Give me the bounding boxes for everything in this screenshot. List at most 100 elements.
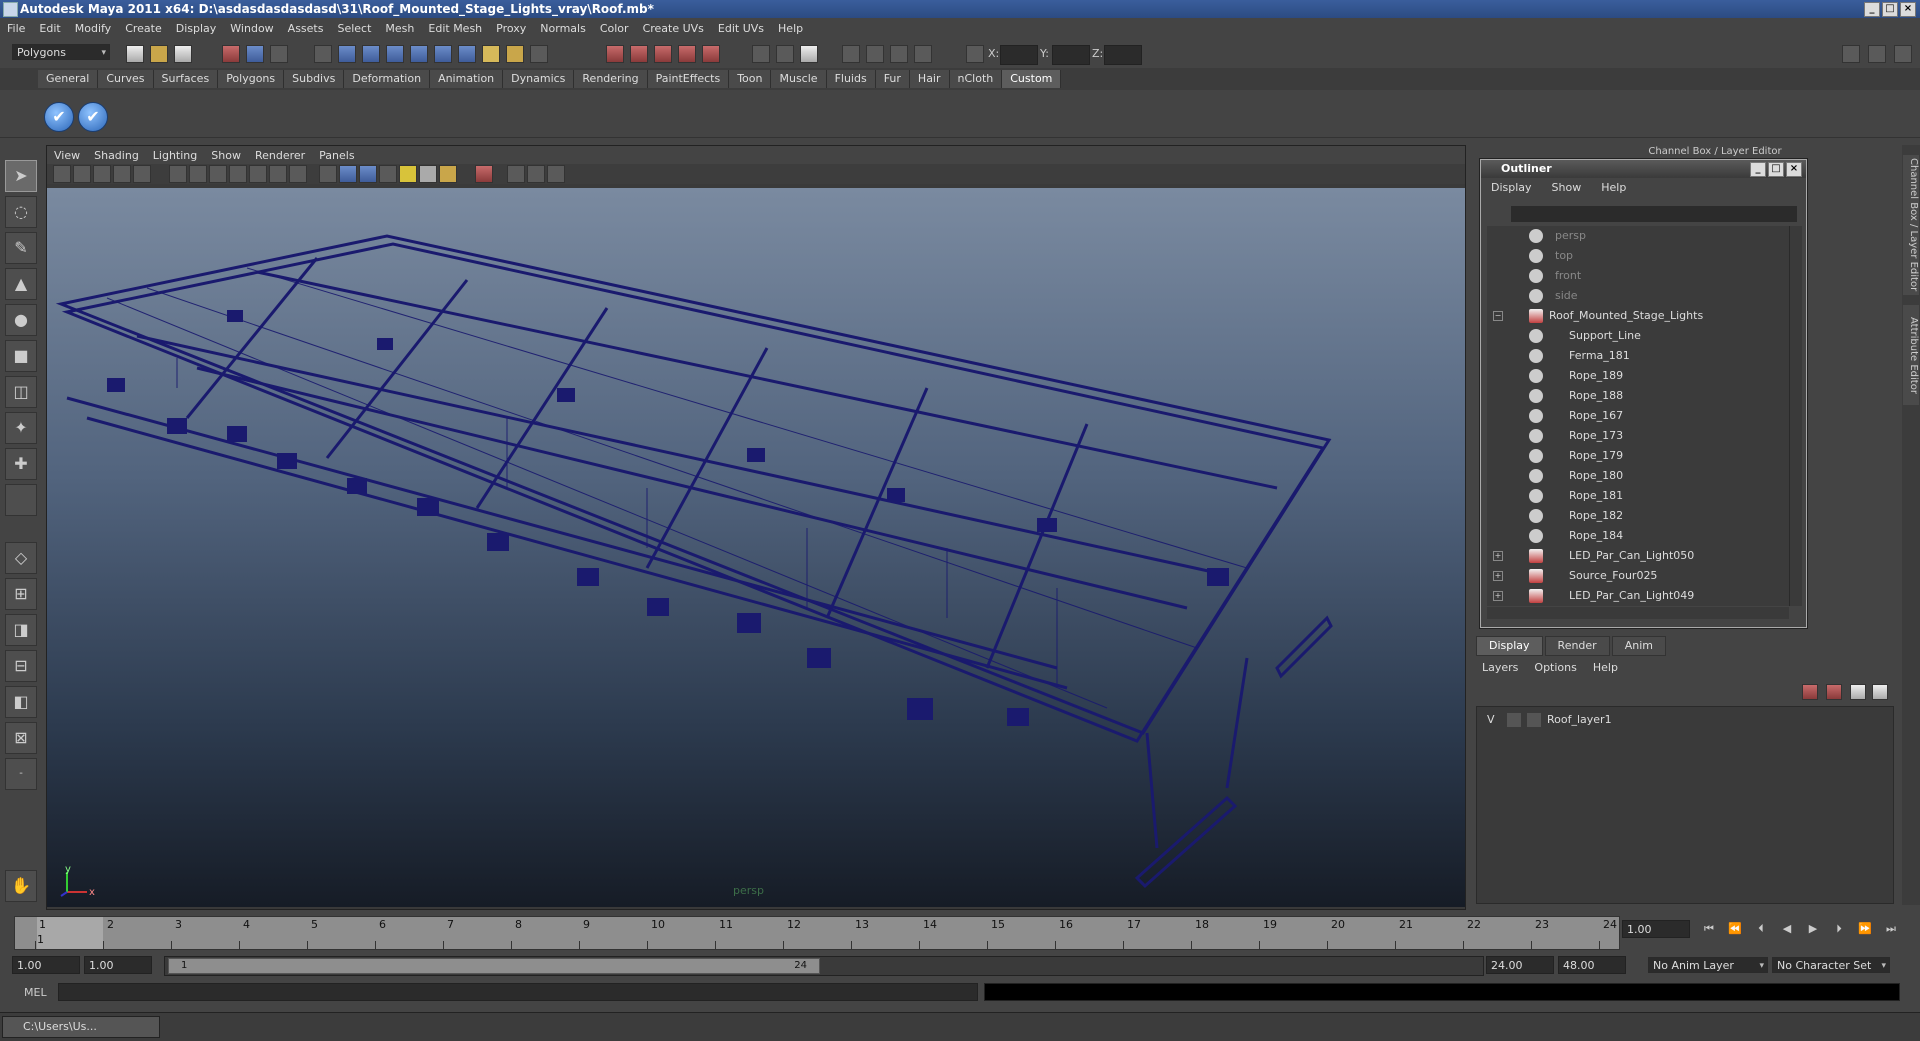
select-hierarchy-icon[interactable] bbox=[222, 45, 240, 63]
outliner-item[interactable]: Rope_179 bbox=[1487, 446, 1789, 466]
viewport-menu-show[interactable]: Show bbox=[204, 149, 248, 162]
selection-mask-icon[interactable] bbox=[530, 45, 548, 63]
shadows-icon[interactable] bbox=[419, 165, 437, 183]
menu-create[interactable]: Create bbox=[118, 22, 169, 35]
shelf-tab-painteffects[interactable]: PaintEffects bbox=[647, 70, 730, 88]
menu-edit-uvs[interactable]: Edit UVs bbox=[711, 22, 771, 35]
menu-set-dropdown[interactable]: Polygons bbox=[12, 44, 110, 61]
shelf-tab-rendering[interactable]: Rendering bbox=[574, 70, 648, 88]
menu-normals[interactable]: Normals bbox=[533, 22, 593, 35]
graph-editor-icon[interactable] bbox=[866, 45, 884, 63]
quick-layout-icon[interactable]: ✋ bbox=[5, 870, 37, 902]
render-settings-icon[interactable] bbox=[654, 45, 672, 63]
layer-tab-render[interactable]: Render bbox=[1544, 636, 1610, 656]
shelf-tab-hair[interactable]: Hair bbox=[909, 70, 950, 88]
scale-tool-icon[interactable]: ■ bbox=[5, 340, 37, 372]
animation-end-field[interactable]: 48.00 bbox=[1558, 956, 1626, 974]
menu-proxy[interactable]: Proxy bbox=[489, 22, 533, 35]
outliner-item[interactable]: Rope_181 bbox=[1487, 486, 1789, 506]
viewport-menu-view[interactable]: View bbox=[47, 149, 87, 162]
render-current-icon[interactable] bbox=[606, 45, 624, 63]
camera-select-icon[interactable] bbox=[53, 165, 71, 183]
rotate-tool-icon[interactable]: ● bbox=[5, 304, 37, 336]
snap-point-icon[interactable] bbox=[362, 45, 380, 63]
single-view-layout-icon[interactable]: ◇ bbox=[5, 542, 37, 574]
time-slider-track[interactable]: 1 1 2 3 4 5 6 7 8 9 10 11 12 13 14 15 16 17 18 19 20 21 22 23 2… bbox=[14, 916, 1620, 950]
current-frame-field[interactable]: 1.00 bbox=[1622, 920, 1690, 938]
custom-shelf-check-icon[interactable]: ✔ bbox=[78, 102, 108, 132]
textured-icon[interactable] bbox=[379, 165, 397, 183]
custom-shelf-check-icon[interactable]: ✔ bbox=[44, 102, 74, 132]
layer-type-toggle[interactable] bbox=[1507, 713, 1521, 727]
expand-toggle[interactable]: + bbox=[1493, 551, 1503, 561]
tab-attribute-editor[interactable]: Attribute Editor bbox=[1903, 305, 1919, 405]
outliner-item[interactable]: side bbox=[1487, 286, 1789, 306]
z-field[interactable] bbox=[1104, 45, 1142, 65]
outliner-menu-display[interactable]: Display bbox=[1481, 180, 1542, 196]
step-back-frame-icon[interactable]: ⏴ bbox=[1752, 920, 1770, 938]
maximize-button[interactable]: □ bbox=[1882, 2, 1898, 17]
xray-joints-icon[interactable] bbox=[527, 165, 545, 183]
x-field[interactable] bbox=[1000, 45, 1038, 65]
lock-icon[interactable] bbox=[506, 45, 524, 63]
menu-assets[interactable]: Assets bbox=[281, 22, 331, 35]
input-field-icon[interactable] bbox=[752, 45, 770, 63]
save-scene-icon[interactable] bbox=[174, 45, 192, 63]
outliner-menu-help[interactable]: Help bbox=[1591, 180, 1636, 196]
step-back-key-icon[interactable]: ⏪ bbox=[1726, 920, 1744, 938]
outliner-item[interactable]: + LED_Par_Can_Light049 bbox=[1487, 586, 1789, 606]
snap-curve-icon[interactable] bbox=[338, 45, 356, 63]
outliner-menu-show[interactable]: Show bbox=[1542, 180, 1592, 196]
shelf-tab-polygons[interactable]: Polygons bbox=[218, 70, 285, 88]
open-scene-icon[interactable] bbox=[150, 45, 168, 63]
go-to-start-icon[interactable]: ⏮ bbox=[1700, 920, 1718, 938]
use-all-lights-icon[interactable] bbox=[399, 165, 417, 183]
input-output-icon[interactable] bbox=[458, 45, 476, 63]
xray-components-icon[interactable] bbox=[547, 165, 565, 183]
menu-help[interactable]: Help bbox=[771, 22, 810, 35]
outliner-persp-layout-icon[interactable]: ◨ bbox=[5, 614, 37, 646]
tab-channel-box[interactable]: Channel Box / Layer Editor bbox=[1903, 155, 1919, 295]
snap-grid-icon[interactable] bbox=[314, 45, 332, 63]
character-set-dropdown[interactable]: No Character Set bbox=[1772, 957, 1890, 974]
grid-toggle-icon[interactable] bbox=[169, 165, 187, 183]
xray-icon[interactable] bbox=[507, 165, 525, 183]
play-forwards-icon[interactable]: ▶ bbox=[1804, 920, 1822, 938]
hypershade-layout-icon[interactable]: ◧ bbox=[5, 686, 37, 718]
outliner-item[interactable]: top bbox=[1487, 246, 1789, 266]
outliner-item[interactable]: persp bbox=[1487, 226, 1789, 246]
minimized-window-item[interactable]: C:\Users\Us... bbox=[2, 1016, 160, 1038]
field-chart-icon[interactable] bbox=[249, 165, 267, 183]
layer-menu-help[interactable]: Help bbox=[1585, 660, 1626, 676]
viewport-menu-renderer[interactable]: Renderer bbox=[248, 149, 312, 162]
tool-settings-toggle-icon[interactable] bbox=[1868, 45, 1886, 63]
outliner-item[interactable]: Rope_167 bbox=[1487, 406, 1789, 426]
viewport-menu-shading[interactable]: Shading bbox=[87, 149, 146, 162]
isolate-select-icon[interactable] bbox=[475, 165, 493, 183]
outliner-item[interactable]: Rope_173 bbox=[1487, 426, 1789, 446]
clipboard-icon[interactable] bbox=[800, 45, 818, 63]
go-to-end-icon[interactable]: ⏭ bbox=[1882, 920, 1900, 938]
soft-mod-tool-icon[interactable]: ✦ bbox=[5, 412, 37, 444]
shelf-tab-animation[interactable]: Animation bbox=[430, 70, 504, 88]
outliner-filter-input[interactable] bbox=[1511, 206, 1797, 222]
absolute-transform-icon[interactable] bbox=[966, 45, 984, 63]
shelf-tab-surfaces[interactable]: Surfaces bbox=[153, 70, 219, 88]
new-scene-icon[interactable] bbox=[126, 45, 144, 63]
high-quality-icon[interactable] bbox=[439, 165, 457, 183]
layout-options-icon[interactable]: - bbox=[5, 758, 37, 790]
menu-modify[interactable]: Modify bbox=[68, 22, 118, 35]
menu-select[interactable]: Select bbox=[330, 22, 378, 35]
expand-toggle[interactable]: + bbox=[1493, 591, 1503, 601]
move-tool-icon[interactable]: ▲ bbox=[5, 268, 37, 300]
select-object-icon[interactable] bbox=[246, 45, 264, 63]
menu-file[interactable]: File bbox=[0, 22, 32, 35]
two-d-pan-icon[interactable] bbox=[133, 165, 151, 183]
expand-toggle[interactable]: + bbox=[1493, 571, 1503, 581]
outliner-item[interactable]: Ferma_181 bbox=[1487, 346, 1789, 366]
menu-mesh[interactable]: Mesh bbox=[378, 22, 421, 35]
viewport-menu-panels[interactable]: Panels bbox=[312, 149, 361, 162]
ipr-render-icon[interactable] bbox=[630, 45, 648, 63]
menu-window[interactable]: Window bbox=[223, 22, 280, 35]
render-view-icon[interactable] bbox=[702, 45, 720, 63]
